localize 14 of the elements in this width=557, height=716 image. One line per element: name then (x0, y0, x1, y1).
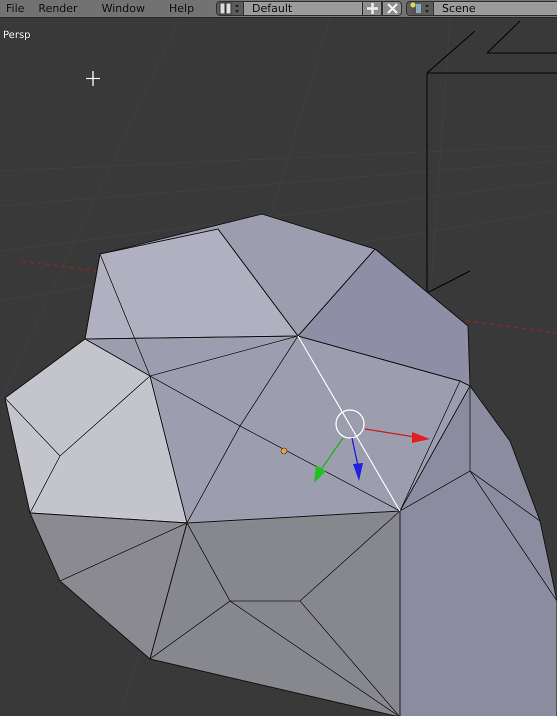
layout-field[interactable]: Default (244, 1, 362, 16)
screen-layout-selector[interactable] (216, 1, 244, 16)
close-button[interactable] (382, 1, 402, 16)
3d-viewport[interactable]: Persp (0, 18, 557, 716)
scene-field[interactable]: Scene (434, 1, 557, 16)
view-label: Persp (3, 30, 30, 41)
menu-item[interactable]: Render (32, 2, 86, 15)
menu-item[interactable]: File (0, 2, 32, 15)
add-button[interactable] (362, 1, 382, 16)
menu-item[interactable]: Window (96, 2, 153, 15)
menu-item[interactable]: Help (162, 2, 202, 15)
scene-selector[interactable] (406, 1, 434, 16)
origin-dot-icon (280, 448, 288, 454)
3d-cursor-icon (85, 70, 101, 87)
